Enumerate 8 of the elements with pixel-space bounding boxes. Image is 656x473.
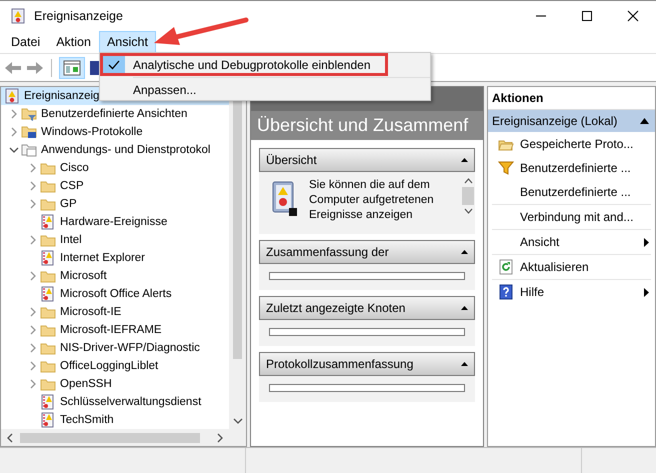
pane-title: Übersicht und Zusammenf (251, 111, 483, 140)
section-title: Zuletzt angezeigte Knoten (266, 301, 406, 315)
section-title: Zusammenfassung der (266, 245, 389, 259)
section-title: Ereignisanzeige (Lokal) (492, 114, 618, 128)
window-title: Ereignisanzeige (34, 9, 124, 23)
section-title: Protokollzusammenfassung (266, 357, 414, 371)
description-text: Sie können die auf dem Computer aufgetretenen Ereignisse anzeigen (308, 178, 435, 223)
section-title: Übersicht (266, 153, 317, 167)
